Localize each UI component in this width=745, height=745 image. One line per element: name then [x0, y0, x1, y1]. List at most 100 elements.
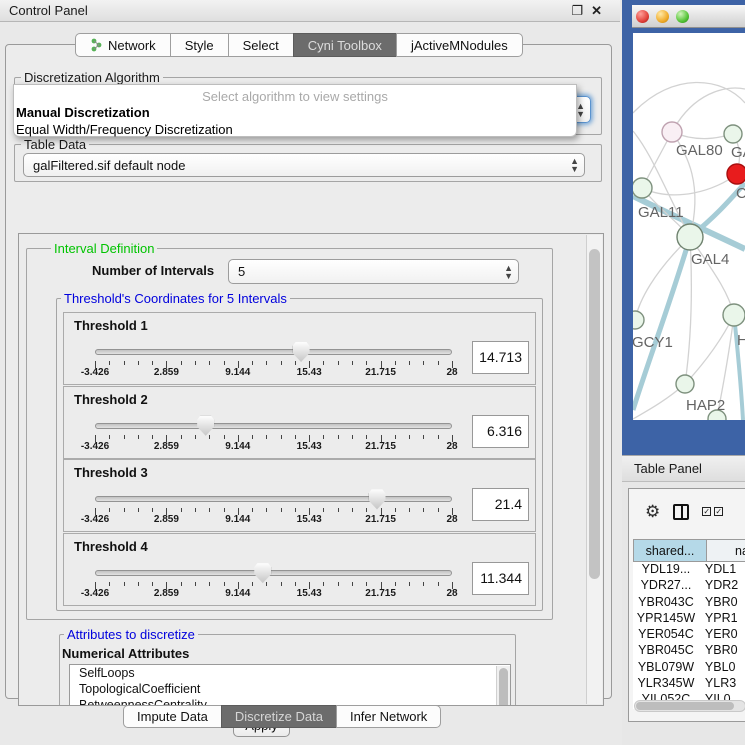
table-row[interactable]: YDL19...YDL1 — [633, 562, 745, 578]
threshold-value-field[interactable]: 6.316 — [472, 415, 529, 448]
network-edge-highlighted[interactable] — [734, 315, 743, 420]
slider-thumb[interactable] — [369, 489, 386, 509]
threshold-value-field[interactable]: 11.344 — [472, 562, 529, 595]
table-cell[interactable]: YBR0 — [699, 643, 745, 659]
network-icon — [90, 38, 103, 52]
combo-stepper-icon[interactable]: ▲▼ — [504, 264, 513, 280]
slider-tick — [423, 582, 424, 586]
table-cell[interactable]: YBL079W — [633, 660, 699, 676]
attributes-scrollbar[interactable] — [496, 666, 510, 705]
minimize-traffic-light-icon[interactable] — [656, 10, 669, 23]
column-layout-icon[interactable] — [673, 504, 689, 520]
network-node[interactable] — [677, 224, 703, 250]
network-node[interactable] — [633, 311, 644, 329]
slider-track[interactable] — [95, 570, 452, 576]
network-canvas[interactable]: GAL80GACGAL11GAL4GCY1HHAP2 — [633, 33, 745, 420]
threshold-label: Threshold 2 — [74, 392, 148, 407]
tab-label: Infer Network — [350, 709, 427, 724]
slider-tick — [252, 435, 253, 439]
table-row[interactable]: YER054CYER0 — [633, 627, 745, 643]
node-label-gal11: GAL11 — [638, 204, 684, 221]
tab-discretize-data[interactable]: Discretize Data — [221, 705, 336, 728]
tab-style[interactable]: Style — [170, 33, 228, 57]
select-columns-icon[interactable]: ✓ ✓ — [702, 507, 723, 516]
slider-thumb[interactable] — [254, 563, 271, 583]
threshold-value-field[interactable]: 14.713 — [472, 341, 529, 374]
settings-vscrollbar-thumb[interactable] — [589, 249, 600, 579]
attribute-list-item[interactable]: TopologicalCoefficient — [70, 681, 510, 697]
table-hscrollbar-thumb[interactable] — [636, 702, 734, 710]
table-cell[interactable]: YDL1 — [699, 562, 745, 578]
slider-thumb[interactable] — [197, 416, 214, 436]
table-hscrollbar[interactable] — [634, 700, 745, 712]
tab-cyni-toolbox[interactable]: Cyni Toolbox — [293, 33, 396, 57]
combo-stepper-icon[interactable]: ▲▼ — [576, 102, 585, 118]
table-cell[interactable]: YPR1 — [699, 611, 745, 627]
table-data-combobox-value: galFiltered.sif default node — [33, 158, 185, 173]
table-cell[interactable]: YER0 — [699, 627, 745, 643]
number-of-intervals-combobox[interactable]: 5 ▲▼ — [228, 259, 519, 284]
slider-track[interactable] — [95, 423, 452, 429]
node-label-h: H — [737, 332, 745, 349]
network-edge[interactable] — [635, 237, 690, 320]
node-label-ga: GA — [731, 144, 745, 161]
slider-tick — [195, 508, 196, 512]
table-cell[interactable]: YDR2 — [699, 578, 745, 594]
slider-thumb[interactable] — [293, 342, 310, 362]
slider-tick — [209, 582, 210, 586]
network-node[interactable] — [633, 178, 652, 198]
table-column-header[interactable]: shared... — [633, 539, 707, 562]
table-cell[interactable]: YDR27... — [633, 578, 699, 594]
table-cell[interactable]: YBR045C — [633, 643, 699, 659]
network-node[interactable] — [676, 375, 694, 393]
network-window-titlebar[interactable] — [632, 5, 745, 28]
slider-tick — [124, 508, 125, 512]
network-node[interactable] — [724, 125, 742, 143]
table-row[interactable]: YPR145WYPR1 — [633, 611, 745, 627]
combo-stepper-icon[interactable]: ▲▼ — [570, 157, 579, 173]
slider-track[interactable] — [95, 349, 452, 355]
algorithm-option-equal-width-frequency-discretization[interactable]: Equal Width/Frequency Discretization — [14, 121, 576, 138]
tab-infer-network[interactable]: Infer Network — [336, 705, 441, 728]
table-cell[interactable]: YER054C — [633, 627, 699, 643]
table-row[interactable]: YBR043CYBR0 — [633, 595, 745, 611]
network-node[interactable] — [662, 122, 682, 142]
table-row[interactable]: YBR045CYBR0 — [633, 643, 745, 659]
table-row[interactable]: YBL079WYBL0 — [633, 660, 745, 676]
attributes-scrollbar-thumb[interactable] — [499, 668, 508, 705]
table-cell[interactable]: YDL19... — [633, 562, 699, 578]
table-cell[interactable]: YBR0 — [699, 595, 745, 611]
numerical-attributes-list[interactable]: SelfLoopsTopologicalCoefficientBetweenne… — [69, 664, 511, 705]
slider-track[interactable] — [95, 496, 452, 502]
network-node[interactable] — [727, 164, 745, 184]
close-traffic-light-icon[interactable] — [636, 10, 649, 23]
network-edge[interactable] — [685, 315, 734, 384]
table-row[interactable]: YLR345WYLR3 — [633, 676, 745, 692]
table-cell[interactable]: YLR345W — [633, 676, 699, 692]
bottom-tabstrip: Impute DataDiscretize Data Infer Network — [123, 705, 441, 728]
attribute-list-item[interactable]: SelfLoops — [70, 665, 510, 681]
table-cell[interactable]: YPR145W — [633, 611, 699, 627]
network-edge[interactable] — [642, 174, 737, 195]
table-cell[interactable]: YBL0 — [699, 660, 745, 676]
table-cell[interactable]: YLR3 — [699, 676, 745, 692]
zoom-traffic-light-icon[interactable] — [676, 10, 689, 23]
table-settings-gear-icon[interactable]: ⚙ — [645, 502, 660, 522]
table-row[interactable]: YDR27...YDR2 — [633, 578, 745, 594]
attribute-list-item[interactable]: BetweennessCentrality — [70, 697, 510, 705]
network-node[interactable] — [723, 304, 745, 326]
slider-tick — [124, 361, 125, 365]
settings-vscrollbar[interactable] — [586, 235, 602, 704]
algorithm-option-manual-discretization[interactable]: Manual Discretization — [14, 104, 576, 121]
slider-tick — [423, 435, 424, 439]
table-column-header[interactable]: na — [707, 539, 745, 562]
tab-impute-data[interactable]: Impute Data — [123, 705, 221, 728]
threshold-value-field[interactable]: 21.4 — [472, 488, 529, 521]
table-data-combobox[interactable]: galFiltered.sif default node ▲▼ — [23, 153, 585, 177]
tab-network[interactable]: Network — [75, 33, 170, 57]
tab-jactivemnodules[interactable]: jActiveMNodules — [396, 33, 523, 57]
tab-select[interactable]: Select — [228, 33, 293, 57]
close-panel-icon[interactable]: ✕ — [591, 3, 602, 19]
table-cell[interactable]: YBR043C — [633, 595, 699, 611]
float-window-icon[interactable]: ❐ — [571, 3, 583, 19]
